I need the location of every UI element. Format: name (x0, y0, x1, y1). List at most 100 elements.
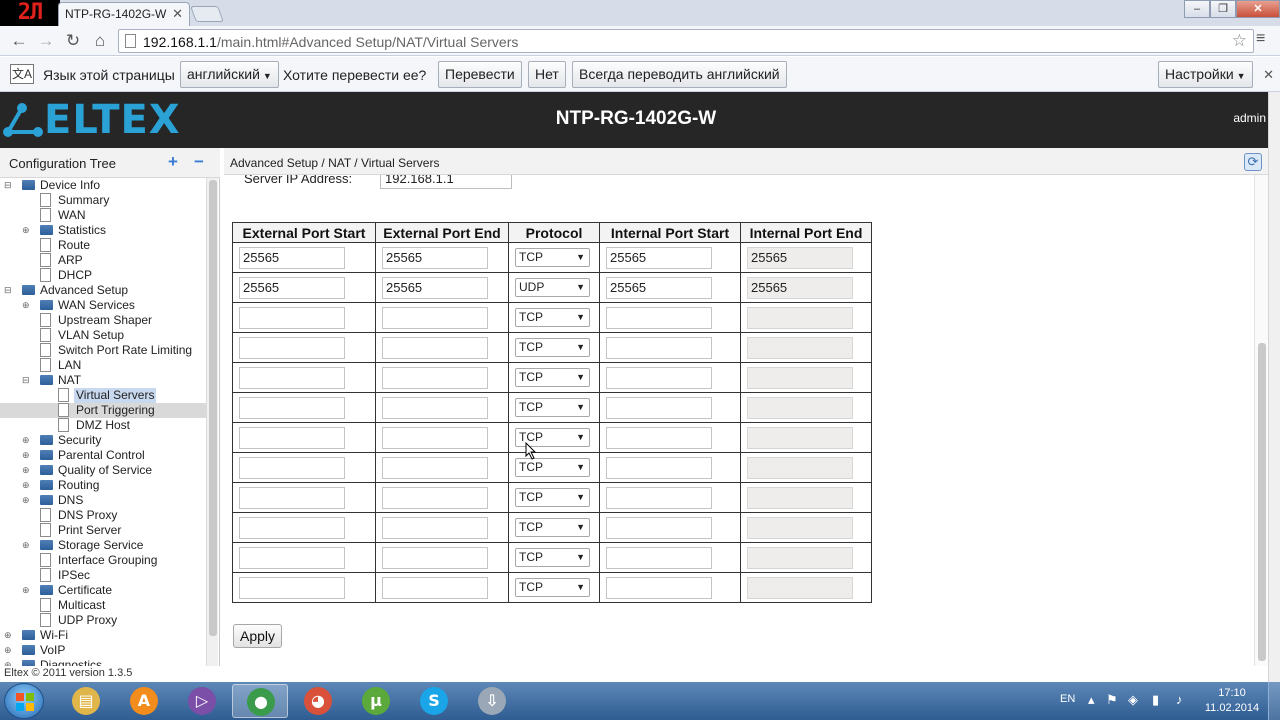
content-scrollbar[interactable] (1254, 175, 1268, 666)
tree-item[interactable]: ⊕ Quality of Service (0, 463, 206, 478)
expand-toggle-icon[interactable]: ⊕ (22, 585, 32, 595)
protocol-select[interactable]: TCP ▼ (515, 578, 590, 597)
internal-port-start-input[interactable]: 25565 (606, 246, 712, 269)
tree-item[interactable]: ⊟ Advanced Setup (0, 283, 206, 298)
protocol-select[interactable]: TCP ▼ (515, 548, 590, 567)
translate-button[interactable]: Перевести (438, 61, 522, 88)
tree-item[interactable]: Switch Port Rate Limiting (0, 343, 206, 358)
action-center-flag-icon[interactable]: ⚑ (1106, 692, 1118, 708)
tree-item[interactable]: Multicast (0, 598, 206, 613)
clock-time[interactable]: 17:10 (1208, 687, 1256, 699)
external-port-start-input[interactable] (239, 576, 345, 599)
external-port-end-input[interactable] (382, 516, 488, 539)
tree-item[interactable]: ⊕ Security (0, 433, 206, 448)
refresh-icon[interactable]: ⟳ (1244, 153, 1262, 171)
internal-port-start-input[interactable] (606, 546, 712, 569)
network-signal-icon[interactable]: ▮ (1152, 692, 1159, 708)
expand-toggle-icon[interactable]: ⊕ (22, 435, 32, 445)
tab-close-icon[interactable]: ✕ (172, 6, 183, 22)
protocol-select[interactable]: TCP ▼ (515, 308, 590, 327)
tree-item[interactable]: Upstream Shaper (0, 313, 206, 328)
tree-item[interactable]: ⊕ DNS (0, 493, 206, 508)
home-icon[interactable]: ⌂ (89, 30, 111, 52)
expand-toggle-icon[interactable]: ⊕ (22, 225, 32, 235)
start-button[interactable] (4, 683, 44, 719)
tree-item[interactable]: IPSec (0, 568, 206, 583)
tray-arrow-icon[interactable]: ▴ (1088, 692, 1095, 708)
collapse-toggle-icon[interactable]: ⊟ (4, 180, 14, 190)
tree-item[interactable]: DNS Proxy (0, 508, 206, 523)
external-port-start-input[interactable] (239, 306, 345, 329)
expand-toggle-icon[interactable]: ⊕ (4, 630, 14, 640)
tree-item[interactable]: Print Server (0, 523, 206, 538)
external-port-start-input[interactable] (239, 366, 345, 389)
external-port-end-input[interactable] (382, 396, 488, 419)
internal-port-start-input[interactable] (606, 516, 712, 539)
server-ip-input[interactable]: 192.168.1.1 (380, 175, 512, 189)
tree-item[interactable]: LAN (0, 358, 206, 373)
protocol-select[interactable]: TCP ▼ (515, 458, 590, 477)
internal-port-start-input[interactable] (606, 456, 712, 479)
tree-item[interactable]: ⊕ Routing (0, 478, 206, 493)
tree-item[interactable]: ⊕ Certificate (0, 583, 206, 598)
external-port-start-input[interactable] (239, 426, 345, 449)
tree-item[interactable]: Port Triggering (0, 403, 206, 418)
window-close-icon[interactable]: ✕ (1236, 0, 1280, 18)
external-port-start-input[interactable]: 25565 (239, 276, 345, 299)
tree-item[interactable]: ⊕ VoIP (0, 643, 206, 658)
protocol-select[interactable]: TCP ▼ (515, 368, 590, 387)
tree-item[interactable]: ⊕ WAN Services (0, 298, 206, 313)
tray-app-icon[interactable]: ◈ (1128, 692, 1138, 708)
external-port-end-input[interactable] (382, 306, 488, 329)
tree-item[interactable]: VLAN Setup (0, 328, 206, 343)
expand-toggle-icon[interactable]: ⊕ (4, 645, 14, 655)
input-language[interactable]: EN (1060, 693, 1075, 705)
no-button[interactable]: Нет (528, 61, 566, 88)
internal-port-start-input[interactable] (606, 576, 712, 599)
volume-icon[interactable]: ♪ (1176, 692, 1183, 707)
internal-port-start-input[interactable] (606, 486, 712, 509)
protocol-select[interactable]: TCP ▼ (515, 248, 590, 267)
taskbar-app-button[interactable]: ● (232, 684, 288, 718)
minimize-icon[interactable]: – (1184, 0, 1210, 18)
tree-item[interactable]: ⊕ Diagnostics (0, 658, 206, 666)
reload-icon[interactable]: ↻ (62, 30, 84, 52)
tree-item[interactable]: Route (0, 238, 206, 253)
expand-all-icon[interactable]: + (168, 152, 178, 172)
external-port-end-input[interactable] (382, 486, 488, 509)
external-port-end-input[interactable] (382, 336, 488, 359)
external-port-end-input[interactable] (382, 366, 488, 389)
always-translate-button[interactable]: Всегда переводить английский (572, 61, 787, 88)
tree-item[interactable]: ⊕ Statistics (0, 223, 206, 238)
expand-toggle-icon[interactable]: ⊕ (22, 480, 32, 490)
external-port-end-input[interactable]: 25565 (382, 246, 488, 269)
internal-port-start-input[interactable] (606, 336, 712, 359)
language-select[interactable]: английский ▼ (180, 61, 279, 88)
tree-item[interactable]: Virtual Servers (0, 388, 206, 403)
translate-close-icon[interactable]: ✕ (1263, 67, 1274, 83)
internal-port-start-input[interactable] (606, 426, 712, 449)
external-port-end-input[interactable] (382, 546, 488, 569)
taskbar-app-button[interactable]: ◕ (290, 684, 346, 718)
taskbar-app-button[interactable]: µ (348, 684, 404, 718)
external-port-end-input[interactable] (382, 576, 488, 599)
apply-button[interactable]: Apply (233, 624, 283, 648)
tree-item[interactable]: ⊕ Storage Service (0, 538, 206, 553)
browser-menu-icon[interactable]: ≡ (1256, 30, 1272, 48)
protocol-select[interactable]: TCP ▼ (515, 518, 590, 537)
expand-toggle-icon[interactable]: ⊕ (22, 300, 32, 310)
tree-item[interactable]: DMZ Host (0, 418, 206, 433)
protocol-select[interactable]: TCP ▼ (515, 488, 590, 507)
taskbar-app-button[interactable]: ⇩ (464, 684, 520, 718)
expand-toggle-icon[interactable]: ⊕ (22, 495, 32, 505)
back-icon[interactable]: ← (8, 30, 30, 52)
tree-item[interactable]: ⊟ NAT (0, 373, 206, 388)
collapse-toggle-icon[interactable]: ⊟ (4, 285, 14, 295)
user-name[interactable]: admin (1233, 111, 1266, 125)
page-scrollbar[interactable] (1268, 92, 1280, 682)
tree-item[interactable]: ⊟ Device Info (0, 178, 206, 193)
bookmark-star-icon[interactable]: ☆ (1232, 31, 1247, 51)
new-tab-button[interactable] (190, 6, 224, 22)
show-desktop-button[interactable] (1268, 682, 1280, 720)
internal-port-start-input[interactable] (606, 396, 712, 419)
